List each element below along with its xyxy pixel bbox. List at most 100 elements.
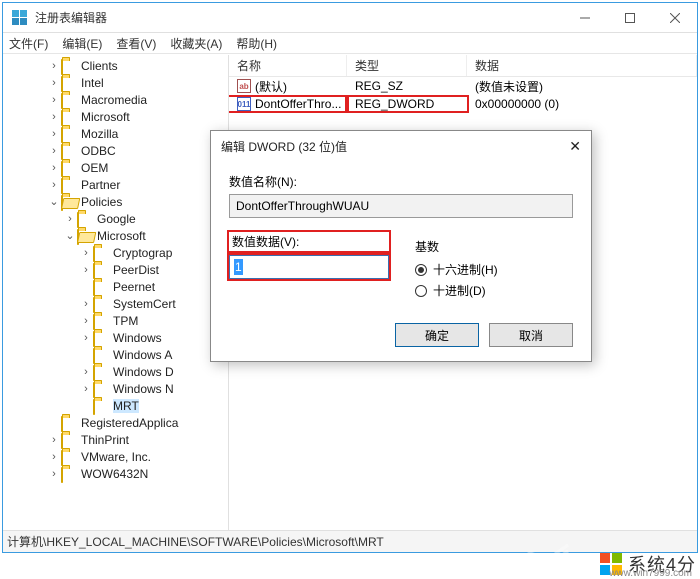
chevron-right-icon[interactable]: › [47, 60, 61, 72]
tree-item[interactable]: ›SystemCert [79, 295, 228, 312]
tree-item-label: Macromedia [81, 93, 147, 107]
close-button[interactable] [652, 3, 697, 32]
tree-item-label: Intel [81, 76, 104, 90]
tree-item-label: Windows [113, 331, 162, 345]
tree-item[interactable]: ›ThinPrint [47, 431, 228, 448]
tree-item-label: Windows N [113, 382, 174, 396]
tree-item[interactable]: ⌄Policies [47, 193, 228, 210]
folder-icon [93, 280, 109, 294]
tree-item[interactable]: ›Clients [47, 57, 228, 74]
chevron-right-icon[interactable]: › [47, 451, 61, 463]
tree-item[interactable]: › Partner [47, 176, 228, 193]
chevron-right-icon[interactable]: › [79, 247, 93, 259]
tree-item[interactable]: › TPM [79, 312, 228, 329]
dialog-close-button[interactable]: ✕ [545, 138, 581, 155]
value-type: REG_DWORD [347, 97, 467, 111]
chevron-right-icon[interactable]: › [79, 332, 93, 344]
chevron-right-icon[interactable]: › [79, 298, 93, 310]
ok-button[interactable]: 确定 [395, 323, 479, 347]
tree-item-label: ODBC [81, 144, 116, 158]
menu-view[interactable]: 查看(V) [116, 35, 156, 52]
chevron-right-icon[interactable]: › [79, 383, 93, 395]
value-name-text: DontOfferThroughWUAU [236, 199, 369, 213]
value-data: 0x00000000 (0) [467, 97, 697, 111]
folder-icon [93, 314, 109, 328]
tree-item[interactable]: Peernet [79, 278, 228, 295]
folder-icon [61, 59, 77, 73]
chevron-right-icon[interactable]: › [63, 213, 77, 225]
window-title: 注册表编辑器 [35, 9, 562, 26]
value-name-field: DontOfferThroughWUAU [229, 194, 573, 218]
statusbar: 计算机\HKEY_LOCAL_MACHINE\SOFTWARE\Policies… [3, 530, 697, 552]
menu-favorites[interactable]: 收藏夹(A) [170, 35, 222, 52]
chevron-down-icon[interactable]: ⌄ [63, 229, 77, 242]
tree-item[interactable]: ›Microsoft [47, 108, 228, 125]
chevron-right-icon[interactable]: › [47, 162, 61, 174]
tree-item[interactable]: › Google [63, 210, 228, 227]
folder-icon [61, 433, 77, 447]
chevron-right-icon[interactable]: › [47, 434, 61, 446]
tree-item[interactable]: ›PeerDist [79, 261, 228, 278]
tree-item-label: Cryptograp [113, 246, 172, 260]
tree-item[interactable]: › Cryptograp [79, 244, 228, 261]
chevron-right-icon[interactable]: › [47, 77, 61, 89]
tree-item[interactable]: ›OEM [47, 159, 228, 176]
tree-item[interactable]: › Intel [47, 74, 228, 91]
tree-item[interactable]: MRT [79, 397, 228, 414]
tree: ›Clients›Intel›Macromedia›Microsoft›Mozi… [3, 57, 228, 482]
tree-item-label: Google [97, 212, 136, 226]
tree-item[interactable]: › ODBC [47, 142, 228, 159]
tree-item[interactable]: ›Mozilla [47, 125, 228, 142]
chevron-right-icon[interactable]: › [47, 468, 61, 480]
string-value-icon: ab [237, 79, 251, 93]
tree-item-label: VMware, Inc. [81, 450, 151, 464]
minimize-button[interactable] [562, 3, 607, 32]
tree-item-label: Microsoft [97, 229, 146, 243]
folder-icon [61, 450, 77, 464]
list-row[interactable]: 011DontOfferThro...REG_DWORD0x00000000 (… [229, 95, 697, 113]
col-type[interactable]: 类型 [347, 55, 467, 76]
radio-dec[interactable]: 十进制(D) [415, 282, 498, 299]
tree-item[interactable]: › VMware, Inc. [47, 448, 228, 465]
chevron-down-icon[interactable]: ⌄ [47, 195, 61, 208]
chevron-right-icon[interactable]: › [79, 366, 93, 378]
chevron-right-icon[interactable]: › [47, 128, 61, 140]
tree-item[interactable]: ›Windows D [79, 363, 228, 380]
chevron-right-icon[interactable]: › [47, 145, 61, 157]
list-rows: ab(默认)REG_SZ(数值未设置)011DontOfferThro...RE… [229, 77, 697, 113]
list-row[interactable]: ab(默认)REG_SZ(数值未设置) [229, 77, 697, 95]
cancel-button[interactable]: 取消 [489, 323, 573, 347]
chevron-right-icon[interactable]: › [79, 315, 93, 327]
folder-icon [93, 399, 109, 413]
chevron-right-icon[interactable]: › [47, 94, 61, 106]
value-data-field[interactable]: 1 [229, 255, 389, 279]
edit-dword-dialog: 编辑 DWORD (32 位)值 ✕ 数值名称(N): DontOfferThr… [210, 130, 592, 362]
tree-item[interactable]: ›WOW6432N [47, 465, 228, 482]
tree-item[interactable]: RegisteredApplica [47, 414, 228, 431]
chevron-right-icon[interactable]: › [47, 179, 61, 191]
tree-item-label: Partner [81, 178, 120, 192]
folder-icon [61, 195, 77, 209]
chevron-right-icon[interactable]: › [47, 111, 61, 123]
tree-item[interactable]: › Windows N [79, 380, 228, 397]
tree-item[interactable]: Windows A [79, 346, 228, 363]
folder-icon [61, 110, 77, 124]
tree-item[interactable]: › Macromedia [47, 91, 228, 108]
col-data[interactable]: 数据 [467, 55, 697, 76]
folder-icon [61, 127, 77, 141]
value-type: REG_SZ [347, 79, 467, 93]
maximize-button[interactable] [607, 3, 652, 32]
col-name[interactable]: 名称 [229, 55, 347, 76]
folder-icon [61, 76, 77, 90]
tree-pane[interactable]: ›Clients›Intel›Macromedia›Microsoft›Mozi… [3, 55, 229, 530]
radio-hex[interactable]: 十六进制(H) [415, 261, 498, 278]
list-header: 名称 类型 数据 [229, 55, 697, 77]
chevron-right-icon[interactable]: › [79, 264, 93, 276]
menu-file[interactable]: 文件(F) [9, 35, 48, 52]
tree-item[interactable]: › Windows [79, 329, 228, 346]
menu-edit[interactable]: 编辑(E) [62, 35, 102, 52]
menu-help[interactable]: 帮助(H) [236, 35, 277, 52]
tree-item-label: TPM [113, 314, 138, 328]
watermark-url: www.win7999.com [609, 568, 692, 579]
tree-item[interactable]: ⌄ Microsoft [63, 227, 228, 244]
